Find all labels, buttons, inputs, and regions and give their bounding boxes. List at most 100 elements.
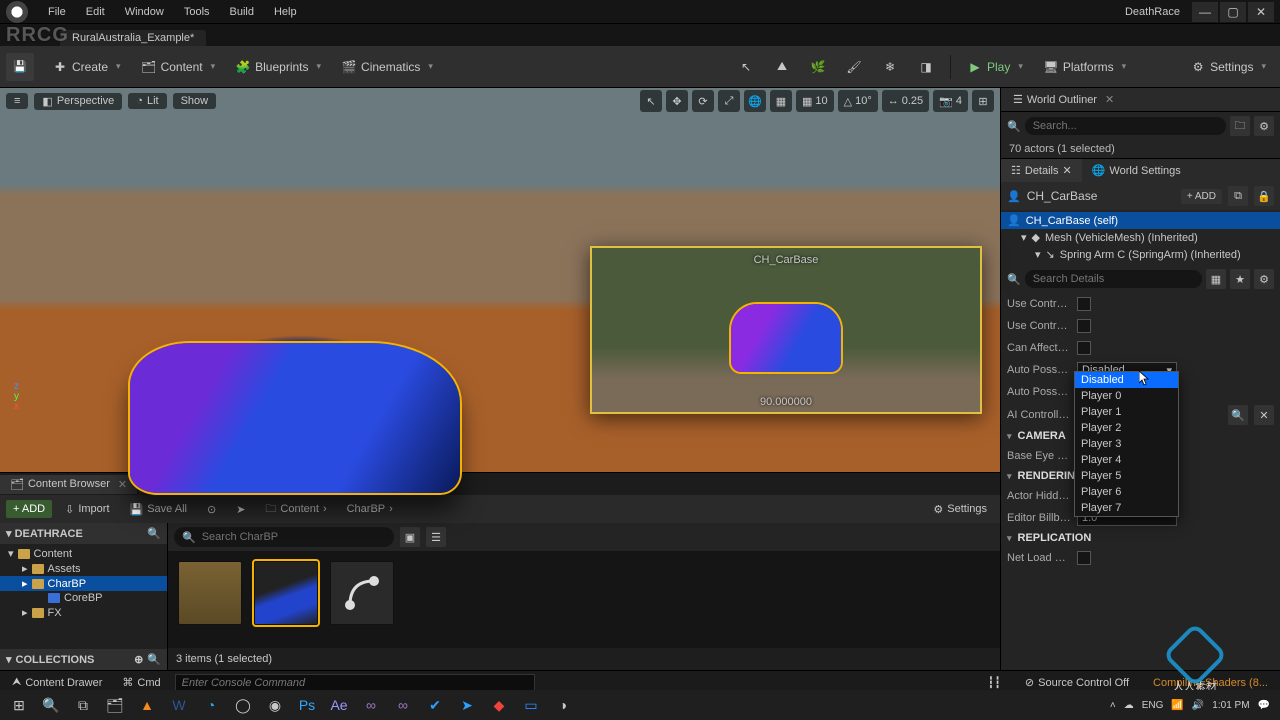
component-root[interactable]: 👤 CH_CarBase (self) <box>1001 212 1280 229</box>
taskbar-app1[interactable]: ✔ <box>420 690 450 720</box>
viewport-lit-button[interactable]: ◔ Lit <box>128 93 166 109</box>
tray-clock[interactable]: 1:01 PM <box>1212 700 1249 711</box>
cb-history-fwd[interactable]: ➤ <box>229 500 252 519</box>
taskbar-anydesk[interactable]: ◆ <box>484 690 514 720</box>
transform-translate[interactable]: ✥ <box>666 90 688 112</box>
mode-landscape-button[interactable]: ⛰ <box>766 55 798 79</box>
tree-charbp[interactable]: ▸CharBP <box>0 576 167 591</box>
taskbar-vs[interactable]: ∞ <box>356 690 386 720</box>
details-view-grid[interactable]: ▦ <box>1206 269 1226 289</box>
taskbar-vs2[interactable]: ∞ <box>388 690 418 720</box>
cb-save-filter[interactable]: ▣ <box>400 527 420 547</box>
menu-build[interactable]: Build <box>220 0 264 24</box>
tray-volume-icon[interactable]: 🔊 <box>1192 700 1204 711</box>
blueprints-button[interactable]: 🧩 Blueprints <box>227 55 329 79</box>
prop-use-controller-rot-check[interactable] <box>1077 297 1091 311</box>
taskbar-aftereffects[interactable]: Ae <box>324 690 354 720</box>
add-component-button[interactable]: + ADD <box>1181 189 1222 204</box>
close-icon[interactable]: ✕ <box>1105 93 1114 106</box>
tree-assets[interactable]: ▸Assets <box>0 561 167 576</box>
viewport-show-button[interactable]: Show <box>173 93 217 109</box>
prop-use-controller-pitch-check[interactable] <box>1077 319 1091 333</box>
platforms-button[interactable]: 🖥 Platforms <box>1035 55 1134 79</box>
dropdown-opt-player6[interactable]: Player 6 <box>1075 484 1178 500</box>
dropdown-filter-search[interactable]: 🔍 <box>1228 405 1248 425</box>
tray-expand-icon[interactable]: ˄ <box>1110 700 1116 711</box>
cb-import-button[interactable]: ⇩ Import <box>58 500 116 519</box>
cb-path-root[interactable]: 🗀 Content › <box>258 497 333 522</box>
mode-brush-button[interactable]: ◨ <box>910 55 942 79</box>
tree-content[interactable]: ▾Content <box>0 546 167 561</box>
dropdown-filter-clear[interactable]: ✕ <box>1254 405 1274 425</box>
mode-fracture-button[interactable]: ❄ <box>874 55 906 79</box>
tray-lang[interactable]: ENG <box>1142 700 1164 711</box>
cb-settings-button[interactable]: ⚙ Settings <box>926 500 994 519</box>
taskbar-word[interactable]: W <box>164 690 194 720</box>
source-control-button[interactable]: ⊘ Source Control Off <box>1019 676 1135 689</box>
cb-history-back[interactable]: ⊙ <box>200 500 223 519</box>
taskbar-vlc[interactable]: ▲ <box>132 690 162 720</box>
taskbar-ue[interactable]: ◑ <box>548 690 578 720</box>
play-button[interactable]: ▶ Play <box>959 55 1031 79</box>
menu-window[interactable]: Window <box>115 0 174 24</box>
cat-replication[interactable]: REPLICATION <box>1001 529 1280 547</box>
settings-button[interactable]: ⚙ Settings <box>1182 55 1274 79</box>
menu-edit[interactable]: Edit <box>76 0 115 24</box>
window-close[interactable]: ✕ <box>1248 2 1274 22</box>
close-icon[interactable]: ✕ <box>1063 164 1072 177</box>
prop-can-affect-nav-check[interactable] <box>1077 341 1091 355</box>
grid-snap[interactable]: ▦10 <box>796 90 834 112</box>
cmd-button[interactable]: ⌘ Cmd <box>116 676 166 689</box>
cb-add-button[interactable]: + ADD <box>6 500 52 518</box>
tray-onedrive-icon[interactable]: ☁ <box>1124 700 1134 711</box>
auto-possess-popup[interactable]: Disabled Player 0 Player 1 Player 2 Play… <box>1074 371 1179 517</box>
component-settings-1[interactable]: ⧉ <box>1228 186 1248 206</box>
mode-foliage-button[interactable]: 🌿 <box>802 55 834 79</box>
window-minimize[interactable]: — <box>1192 2 1218 22</box>
details-tab[interactable]: ☷ Details ✕ <box>1001 159 1082 182</box>
component-mesh[interactable]: ▾◆ Mesh (VehicleMesh) (Inherited) <box>1001 229 1280 246</box>
scale-snap[interactable]: ↔0.25 <box>882 90 929 112</box>
level-tab[interactable]: RuralAustralia_Example* <box>60 30 206 46</box>
asset-ch-carbase-bp[interactable] <box>254 561 318 625</box>
mode-select-button[interactable]: ↖ <box>730 55 762 79</box>
details-favorite[interactable]: ★ <box>1230 269 1250 289</box>
camera-speed[interactable]: 📷4 <box>933 90 968 112</box>
menu-file[interactable]: File <box>38 0 76 24</box>
cb-path-current[interactable]: CharBP › <box>340 500 400 518</box>
taskbar-explorer[interactable]: 🗂 <box>100 690 130 720</box>
taskbar-zoom[interactable]: ▭ <box>516 690 546 720</box>
taskbar-edge[interactable]: ◔ <box>196 690 226 720</box>
content-browser-tab[interactable]: 🗂 Content Browser ✕ <box>0 475 137 494</box>
dropdown-opt-player5[interactable]: Player 5 <box>1075 468 1178 484</box>
transform-select[interactable]: ↖ <box>640 90 662 112</box>
taskbar-search[interactable]: 🔍 <box>36 690 66 720</box>
taskbar-photoshop[interactable]: Ps <box>292 690 322 720</box>
outliner-search-input[interactable] <box>1025 117 1226 135</box>
coord-space-toggle[interactable]: 🌐 <box>744 90 766 112</box>
rotation-snap[interactable]: △10° <box>838 90 878 112</box>
cb-saveall-button[interactable]: 💾 Save All <box>123 500 194 519</box>
transform-scale[interactable]: ⤢ <box>718 90 740 112</box>
create-button[interactable]: ✚ Create <box>44 55 129 79</box>
level-viewport[interactable]: zyx CH_CarBase 90.000000 <box>0 88 1000 472</box>
taskview-button[interactable]: ⧉ <box>68 690 98 720</box>
tray-notifications-icon[interactable]: 💬 <box>1258 700 1270 711</box>
start-button[interactable]: ⊞ <box>4 690 34 720</box>
content-drawer-button[interactable]: ⮝ Content Drawer <box>6 676 108 689</box>
taskbar-obs[interactable]: ◉ <box>260 690 290 720</box>
cb-search-field[interactable]: 🔍 <box>174 527 394 547</box>
dropdown-opt-player7[interactable]: Player 7 <box>1075 500 1178 516</box>
save-button[interactable]: 💾 <box>6 53 34 81</box>
tree-fx[interactable]: ▸FX <box>0 605 167 620</box>
prop-net-load-check[interactable] <box>1077 551 1091 565</box>
close-icon[interactable]: ✕ <box>118 478 127 491</box>
taskbar-chrome[interactable]: ◯ <box>228 690 258 720</box>
dropdown-opt-disabled[interactable]: Disabled <box>1075 372 1178 388</box>
cb-filter[interactable]: ☰ <box>426 527 446 547</box>
component-springarm[interactable]: ▾↘ Spring Arm C (SpringArm) (Inherited) <box>1001 246 1280 263</box>
asset-folder[interactable] <box>178 561 242 625</box>
cinematics-button[interactable]: 🎬 Cinematics <box>333 55 441 79</box>
outliner-folder-button[interactable]: 🗀 <box>1230 116 1250 136</box>
surface-snap-toggle[interactable]: ▦ <box>770 90 792 112</box>
